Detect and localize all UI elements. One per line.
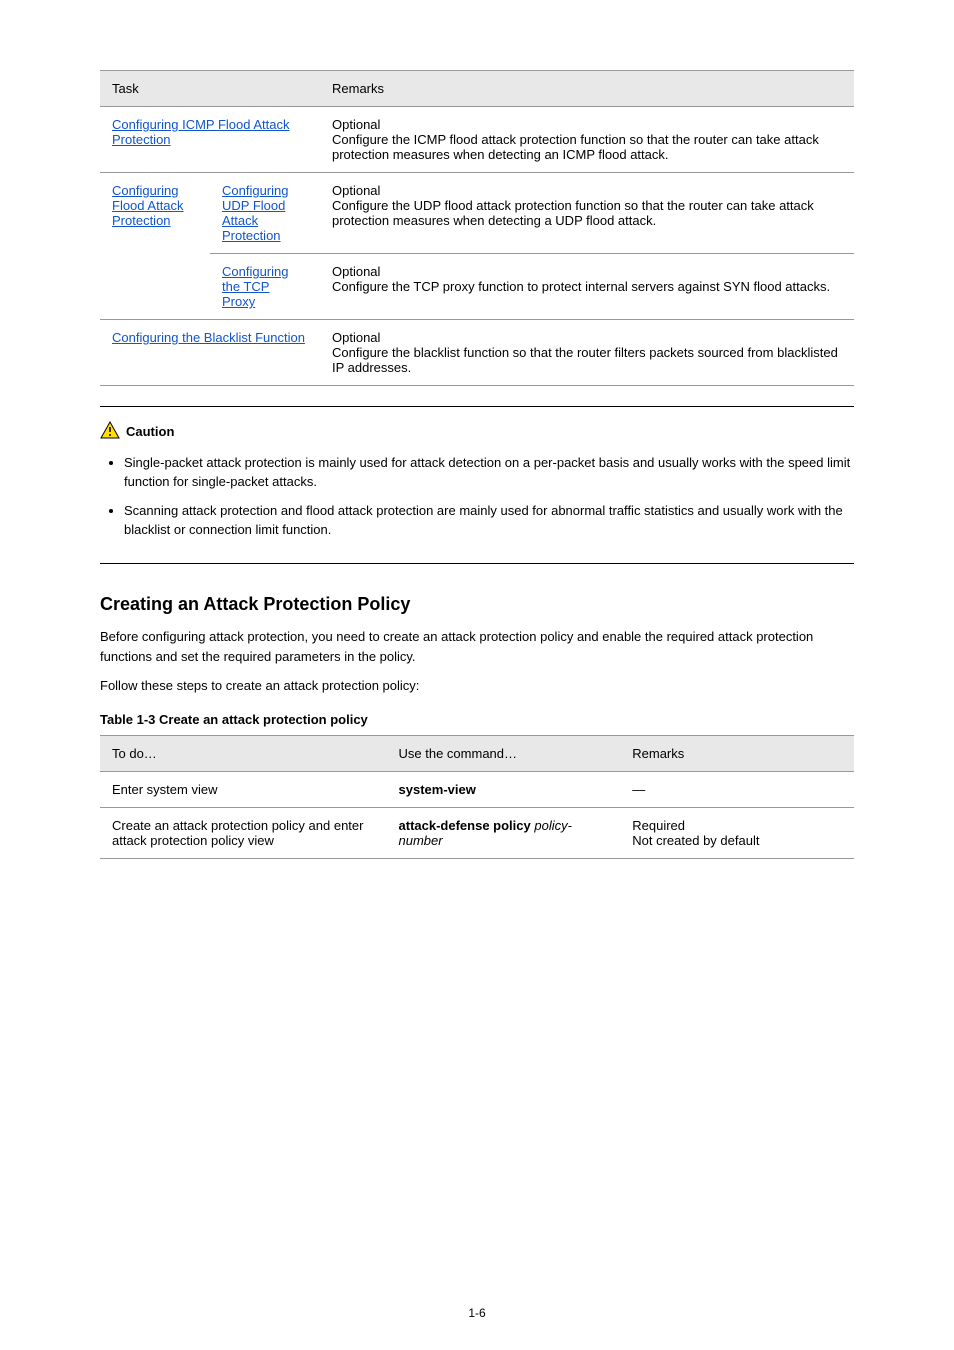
table-row: Configuring Flood Attack Protection Conf… [100, 173, 854, 254]
warning-icon [100, 421, 126, 442]
cell: Enter system view [100, 771, 387, 807]
remarks-cell: Optional Configure the UDP flood attack … [320, 173, 854, 254]
table-row: Create an attack protection policy and e… [100, 807, 854, 858]
table-row: Configuring the Blacklist Function Optio… [100, 320, 854, 386]
command-table: To do… Use the command… Remarks Enter sy… [100, 735, 854, 859]
cell: system-view [387, 771, 621, 807]
link-icmp-flood[interactable]: Configuring ICMP Flood Attack Protection [112, 117, 290, 147]
section-body: Before configuring attack protection, yo… [100, 627, 854, 666]
cell: — [620, 771, 854, 807]
table-2-title: Table 1-3 Create an attack protection po… [100, 712, 854, 727]
remarks-cell: Optional Configure the ICMP flood attack… [320, 107, 854, 173]
caution-list: Single-packet attack protection is mainl… [100, 454, 854, 539]
follow-steps: Follow these steps to create an attack p… [100, 676, 854, 696]
col-remarks: Remarks [620, 735, 854, 771]
list-item: Single-packet attack protection is mainl… [124, 454, 854, 492]
col-todo: To do… [100, 735, 387, 771]
task-table: Task Remarks Configuring ICMP Flood Atta… [100, 70, 854, 386]
page-number: 1-6 [0, 1306, 954, 1320]
section-title: Creating an Attack Protection Policy [100, 594, 854, 615]
caution-block: Caution Single-packet attack protection … [100, 406, 854, 564]
link-flood-group[interactable]: Configuring Flood Attack Protection [112, 183, 184, 228]
table-row: Configuring ICMP Flood Attack Protection… [100, 107, 854, 173]
link-tcp-proxy-b[interactable]: Proxy [222, 294, 255, 309]
col-command: Use the command… [387, 735, 621, 771]
list-item: Scanning attack protection and flood att… [124, 502, 854, 540]
cell: Create an attack protection policy and e… [100, 807, 387, 858]
link-udp-flood[interactable]: Configuring UDP Flood Attack Protection [222, 183, 289, 243]
cell: attack-defense policy policy-number [387, 807, 621, 858]
table-row: Configuring the TCP Proxy Optional Confi… [100, 254, 854, 320]
link-tcp-proxy-a[interactable]: Configuring the TCP [222, 264, 289, 294]
link-blacklist[interactable]: Configuring the Blacklist Function [112, 330, 305, 345]
caution-label: Caution [126, 424, 174, 439]
remarks-cell: Optional Configure the blacklist functio… [320, 320, 854, 386]
col-remarks: Remarks [320, 71, 854, 107]
cell: Required Not created by default [620, 807, 854, 858]
remarks-cell: Optional Configure the TCP proxy functio… [320, 254, 854, 320]
table-row: Enter system view system-view — [100, 771, 854, 807]
col-task: Task [100, 71, 320, 107]
